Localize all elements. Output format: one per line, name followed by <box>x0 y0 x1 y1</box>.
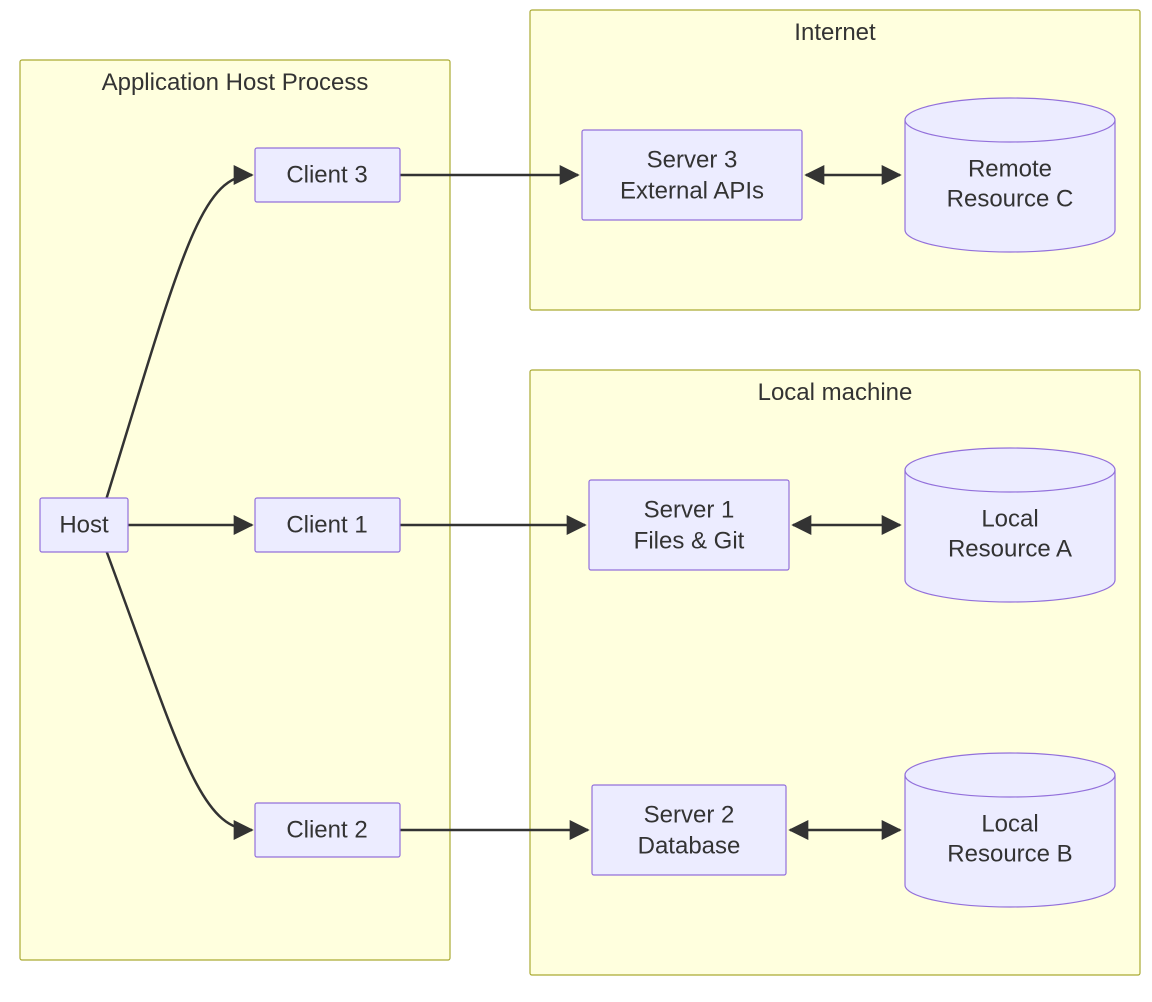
node-resB-line2: Resource B <box>947 840 1072 867</box>
node-server1-line1: Server 1 <box>644 496 735 523</box>
node-client3: Client 3 <box>255 148 400 202</box>
group-app-host-title: Application Host Process <box>102 69 369 96</box>
node-client2: Client 2 <box>255 803 400 857</box>
node-resA-line2: Resource A <box>948 535 1072 562</box>
node-client2-label: Client 2 <box>286 816 367 843</box>
node-server3: Server 3 External APIs <box>582 130 802 220</box>
node-resB: Local Resource B <box>905 753 1115 907</box>
node-client3-label: Client 3 <box>286 161 367 188</box>
node-client1: Client 1 <box>255 498 400 552</box>
node-resC: Remote Resource C <box>905 98 1115 252</box>
node-host-label: Host <box>59 511 109 538</box>
node-client1-label: Client 1 <box>286 511 367 538</box>
node-resA: Local Resource A <box>905 448 1115 602</box>
node-server2-line1: Server 2 <box>644 801 735 828</box>
node-server1: Server 1 Files & Git <box>589 480 789 570</box>
node-resC-line1: Remote <box>968 155 1052 182</box>
group-internet-title: Internet <box>794 19 876 46</box>
node-server2: Server 2 Database <box>592 785 786 875</box>
architecture-diagram: Application Host Process Internet Local … <box>0 0 1152 1002</box>
node-resC-line2: Resource C <box>947 185 1074 212</box>
node-server3-line2: External APIs <box>620 177 764 204</box>
node-server1-line2: Files & Git <box>634 527 745 554</box>
node-resB-line1: Local <box>981 810 1038 837</box>
node-resA-line1: Local <box>981 505 1038 532</box>
node-host: Host <box>40 498 128 552</box>
group-local-title: Local machine <box>758 379 913 406</box>
node-server3-line1: Server 3 <box>647 146 738 173</box>
node-server2-line2: Database <box>638 832 741 859</box>
